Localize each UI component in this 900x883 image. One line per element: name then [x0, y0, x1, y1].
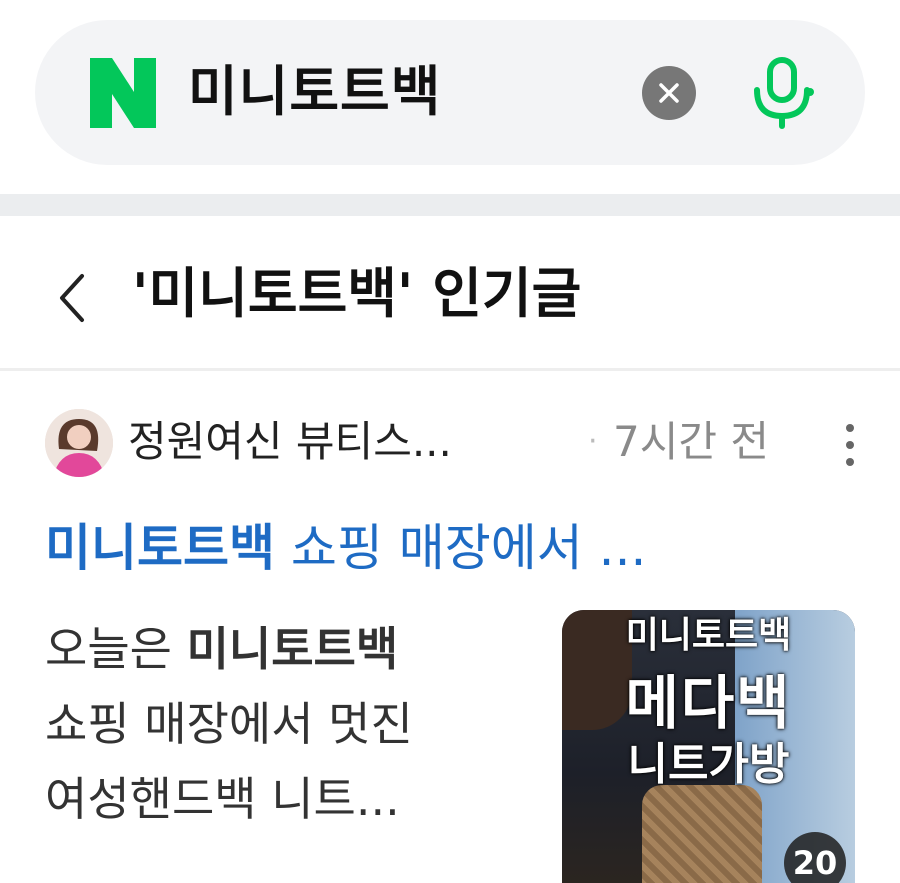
thumbnail-bag-shape [642, 785, 762, 883]
search-input[interactable]: 미니토트백 [188, 52, 441, 132]
close-icon [659, 83, 679, 103]
chevron-left-icon[interactable] [52, 268, 92, 328]
snippet-line-3: 여성핸드백 니트... [45, 772, 400, 826]
more-options-icon[interactable] [838, 420, 862, 470]
meta-separator: · [588, 424, 598, 459]
snippet-line-1: 오늘은 미니토트백 [45, 612, 535, 687]
naver-logo-icon[interactable] [90, 58, 156, 128]
post-title-keyword: 미니토트백 [45, 519, 275, 577]
snippet-line-2: 쇼핑 매장에서 멋진 [45, 697, 413, 751]
snippet-prefix: 오늘은 [45, 622, 187, 676]
snippet-keyword: 미니토트백 [186, 622, 399, 676]
post-snippet[interactable]: 오늘은 미니토트백 쇼핑 매장에서 멋진 여성핸드백 니트... [45, 612, 535, 837]
section-divider [0, 194, 900, 216]
author-name[interactable]: 정원여신 뷰티스... [128, 410, 452, 474]
post-thumbnail[interactable]: 미니토트백 메다백 니트가방 20 [562, 610, 855, 883]
search-bar: 미니토트백 [35, 20, 865, 165]
thumbnail-text-1: 미니토트백 [625, 615, 792, 656]
post-title-rest: 쇼핑 매장에서 ... [275, 519, 647, 577]
microphone-icon[interactable] [747, 56, 817, 130]
clear-button[interactable] [642, 66, 696, 120]
page-header: '미니토트백' 인기글 [0, 216, 900, 371]
post-time: 7시간 전 [613, 417, 769, 466]
avatar-image [45, 409, 113, 477]
page-title: '미니토트백' 인기글 [132, 262, 582, 325]
thumbnail-text-3: 니트가방 [627, 739, 790, 790]
post-title-link[interactable]: 미니토트백 쇼핑 매장에서 ... [45, 508, 646, 588]
avatar[interactable] [45, 409, 113, 477]
